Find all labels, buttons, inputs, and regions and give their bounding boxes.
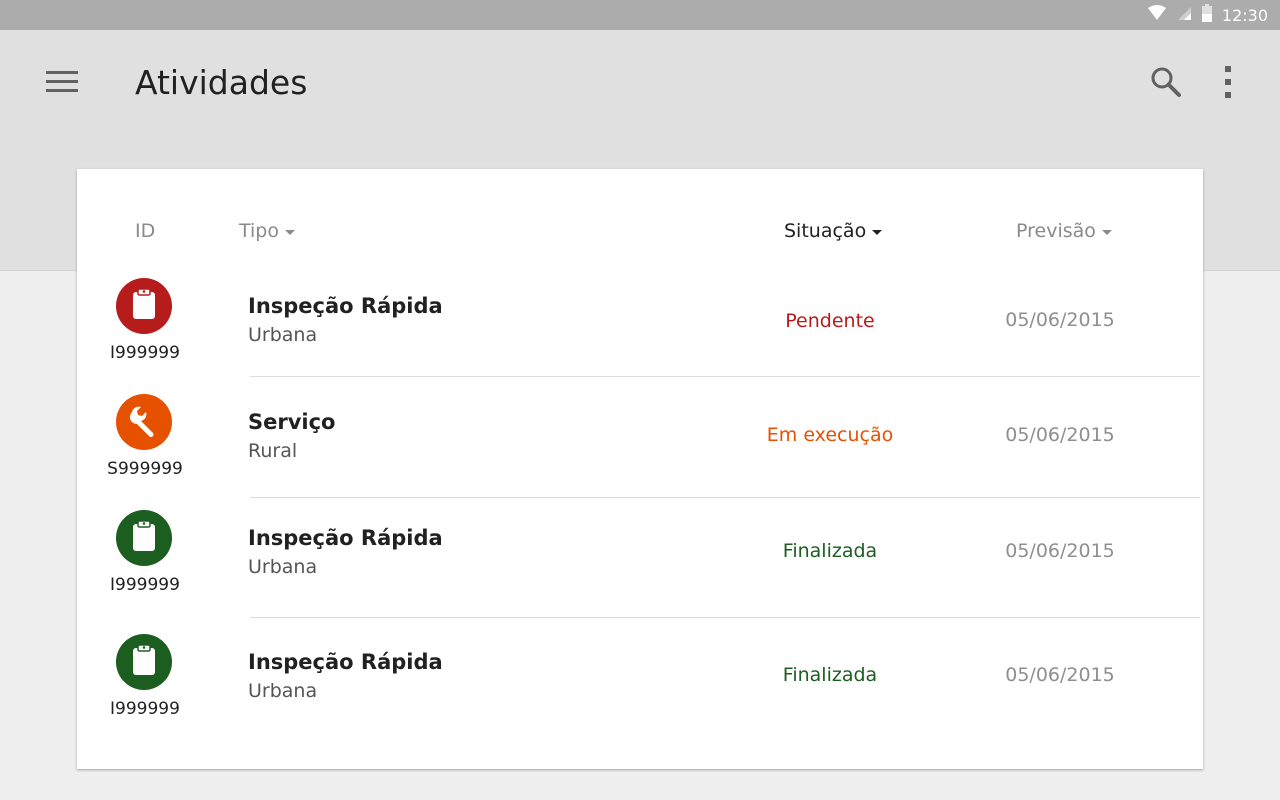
row-date: 05/06/2015 [1005,309,1115,331]
page-title: Atividades [135,63,308,102]
header-id: ID [135,220,155,242]
table-row[interactable]: I999999 Inspeção Rápida Urbana Finalizad… [77,630,1203,750]
row-divider [250,617,1200,618]
header-previsao[interactable]: Previsão [1016,220,1112,242]
row-subtitle: Rural [248,440,298,462]
row-title: Inspeção Rápida [248,650,443,674]
status-label: Finalizada [782,540,878,562]
header-tipo-label: Tipo [239,220,279,242]
status-label: Pendente [785,310,875,332]
row-divider [250,497,1200,498]
search-icon [1149,65,1183,103]
clipboard-icon [131,644,157,680]
header-situacao-label: Situação [784,220,867,242]
header-previsao-label: Previsão [1016,220,1096,242]
row-subtitle: Urbana [248,324,318,346]
row-avatar [116,278,172,334]
search-button[interactable] [1142,60,1190,108]
row-divider [250,376,1200,377]
row-title: Inspeção Rápida [248,526,443,550]
row-title: Serviço [248,410,336,434]
wifi-icon [1147,5,1166,25]
row-avatar [116,394,172,450]
row-id: I999999 [110,575,180,595]
status-clock: 12:30 [1221,5,1268,25]
clipboard-icon [131,520,157,556]
table-row[interactable]: I999999 Inspeção Rápida Urbana Finalizad… [77,506,1203,626]
row-avatar [116,510,172,566]
sort-arrow-icon [285,229,295,235]
wrench-icon [127,403,161,441]
table-row[interactable]: S999999 Serviço Rural Em execução 05/06/… [77,390,1203,510]
row-subtitle: Urbana [248,680,318,702]
cell-signal-icon [1176,5,1192,25]
row-id: I999999 [110,699,180,719]
sort-arrow-icon [872,229,883,235]
menu-icon [45,69,79,99]
row-id: S999999 [107,459,183,479]
row-title: Inspeção Rápida [248,294,443,318]
more-vert-icon [1223,65,1233,103]
row-id: I999999 [110,343,180,363]
sort-arrow-icon [1101,229,1112,235]
row-avatar [116,634,172,690]
status-label: Em execução [766,424,894,446]
activities-card: ID Tipo Situação Previsão I999999 Inspeç… [77,169,1203,769]
overflow-menu-button[interactable] [1204,60,1252,108]
header-situacao[interactable]: Situação [784,220,883,242]
row-date: 05/06/2015 [1005,540,1115,562]
clipboard-icon [131,288,157,324]
row-date: 05/06/2015 [1005,424,1115,446]
header-id-label: ID [135,220,156,242]
status-label: Finalizada [782,664,878,686]
header-tipo[interactable]: Tipo [239,220,295,242]
status-bar: 12:30 [0,0,1280,30]
menu-button[interactable] [38,60,86,108]
row-date: 05/06/2015 [1005,664,1115,686]
battery-icon [1201,4,1212,26]
row-subtitle: Urbana [248,556,318,578]
